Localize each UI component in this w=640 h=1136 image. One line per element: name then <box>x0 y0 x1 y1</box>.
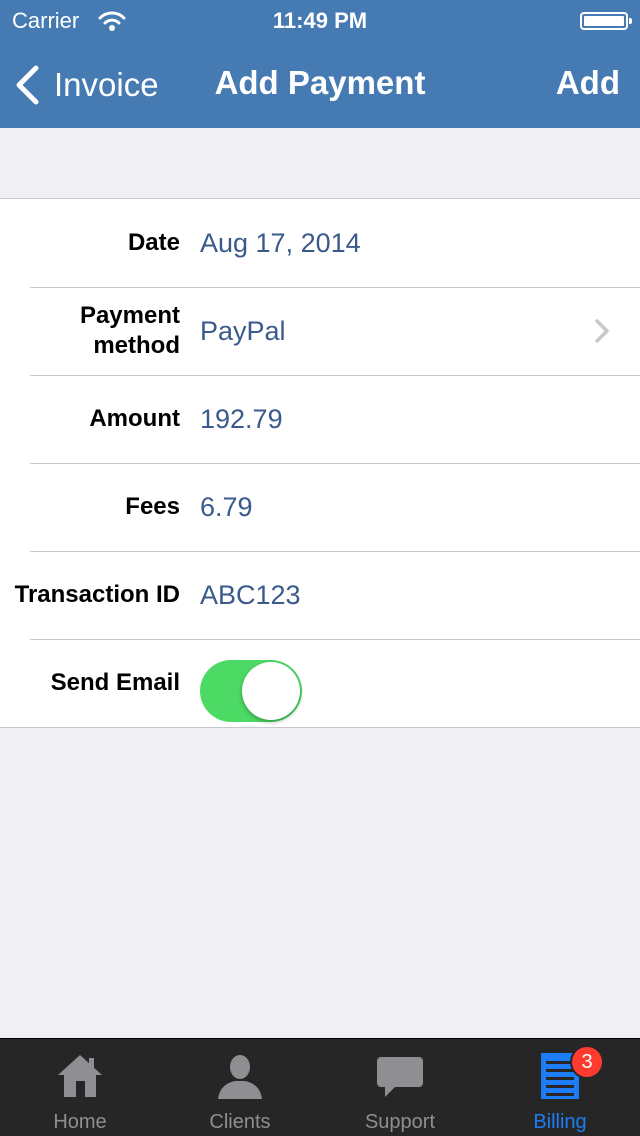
fees-row[interactable]: Fees 6.79 <box>0 463 640 551</box>
transaction-id-row[interactable]: Transaction ID ABC123 <box>0 551 640 639</box>
payment-method-row[interactable]: Payment method PayPal <box>0 287 640 375</box>
transaction-id-label: Transaction ID <box>14 581 180 608</box>
tab-clients[interactable]: Clients <box>160 1039 320 1136</box>
home-icon <box>58 1055 102 1097</box>
back-chevron-icon <box>16 65 39 105</box>
fees-label: Fees <box>125 493 180 520</box>
tab-home[interactable]: Home <box>0 1039 160 1136</box>
payment-method-value: PayPal <box>200 315 286 346</box>
chat-bubble-icon <box>377 1057 423 1097</box>
transaction-id-field[interactable]: ABC123 <box>200 551 301 639</box>
battery-icon <box>580 12 632 30</box>
amount-label: Amount <box>89 405 180 432</box>
payment-method-label-line1: Payment <box>79 302 180 329</box>
fees-field[interactable]: 6.79 <box>200 463 253 551</box>
send-email-label: Send Email <box>50 669 180 696</box>
chevron-right-icon <box>595 319 609 343</box>
tab-support[interactable]: Support <box>320 1039 480 1136</box>
send-email-row: Send Email <box>0 639 640 727</box>
tab-home-label: Home <box>53 1111 107 1133</box>
amount-field[interactable]: 192.79 <box>200 375 283 463</box>
date-label: Date <box>127 229 180 256</box>
amount-row[interactable]: Amount 192.79 <box>0 375 640 463</box>
date-row[interactable]: Date Aug 17, 2014 <box>0 199 640 287</box>
tab-support-label: Support <box>364 1111 436 1133</box>
tab-bar: Home Clients Support 3 Billing <box>0 1038 640 1136</box>
send-email-toggle[interactable] <box>200 660 302 722</box>
payment-method-label: Payment method <box>0 287 180 375</box>
person-icon <box>218 1055 262 1099</box>
payment-method-label-line2: method <box>93 332 180 359</box>
tab-clients-label: Clients <box>209 1111 271 1133</box>
back-button-label: Invoice <box>54 66 159 103</box>
toggle-knob <box>242 662 300 720</box>
payment-form: Date Aug 17, 2014 Payment method PayPal … <box>0 198 640 728</box>
status-time: 11:49 PM <box>272 8 368 33</box>
date-value[interactable]: Aug 17, 2014 <box>200 199 361 287</box>
notification-badge: 3 <box>570 1045 604 1079</box>
tab-billing-label: Billing <box>533 1111 587 1133</box>
navigation-header: Carrier 11:49 PM Invoice Add Payment Add <box>0 0 640 128</box>
add-button[interactable]: Add <box>556 64 620 102</box>
status-bar: Carrier 11:49 PM <box>0 0 640 40</box>
tab-billing[interactable]: 3 Billing <box>480 1039 640 1136</box>
back-button[interactable]: Invoice <box>14 62 159 108</box>
